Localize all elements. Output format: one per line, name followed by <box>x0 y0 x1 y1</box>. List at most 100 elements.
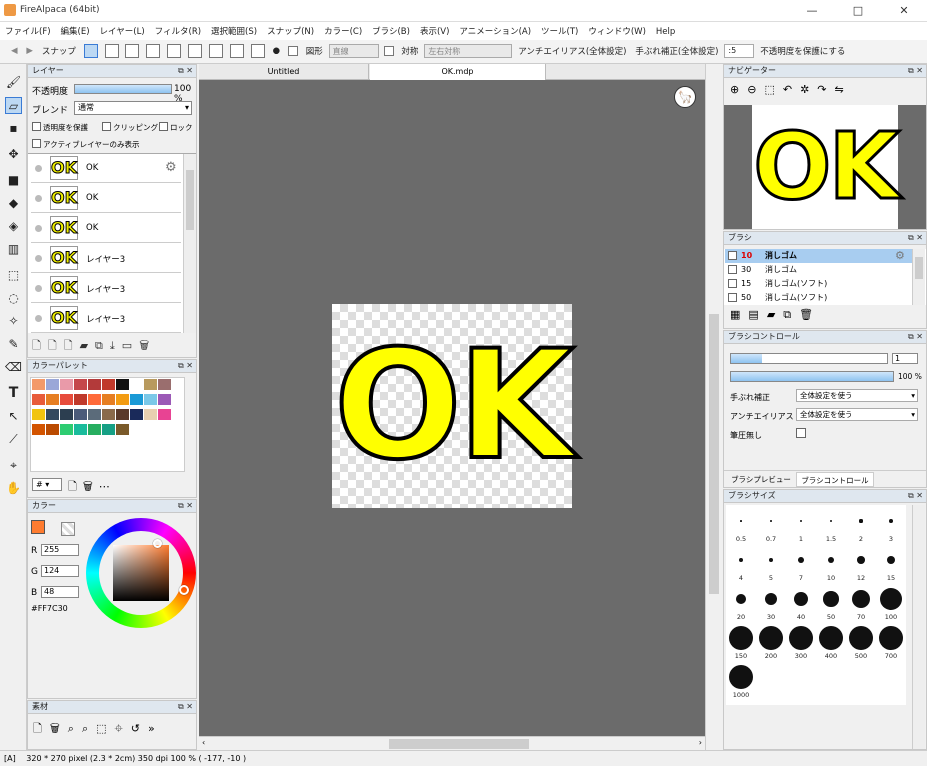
brush-size-dot[interactable] <box>827 556 835 564</box>
visibility-icon[interactable] <box>35 255 42 262</box>
brush-size-dot[interactable] <box>849 626 873 650</box>
zoom-out-icon[interactable]: ⊖ <box>747 83 764 96</box>
gradient-fill-tool-icon[interactable]: ◆ <box>5 195 22 212</box>
rotate-icon[interactable]: ↺ <box>131 722 148 735</box>
panel-close-icon[interactable]: ⧉ ✕ <box>908 490 923 502</box>
forward-arrow-icon[interactable]: ▶ <box>23 46 36 56</box>
brush-size-dot[interactable] <box>736 594 746 604</box>
scroll-right-icon[interactable]: › <box>699 738 702 747</box>
menu-select[interactable]: 選択範囲(S) <box>206 22 262 40</box>
brush-folder-icon[interactable]: ▰ <box>767 308 783 321</box>
brush-size-dot[interactable] <box>768 557 774 563</box>
shape-select[interactable]: 直線 <box>328 44 379 58</box>
palette-swatch[interactable] <box>102 424 115 435</box>
palette-swatch[interactable] <box>60 424 73 435</box>
symmetry-checkbox[interactable] <box>383 46 394 56</box>
dot-tool-icon[interactable]: ▪ <box>5 120 22 137</box>
brush-size-dot[interactable] <box>789 626 813 650</box>
palette-swatch[interactable] <box>60 409 73 420</box>
layer-row[interactable]: OK レイヤー3 <box>31 304 181 333</box>
correction-select[interactable]: 全体設定を使う ▾ <box>796 389 918 402</box>
zoom-out-icon[interactable]: ⌕ <box>82 722 96 735</box>
eyedropper-icon[interactable]: ⌖ <box>115 722 131 735</box>
palette-swatch[interactable] <box>144 409 157 420</box>
select-pen-tool-icon[interactable]: ✎ <box>5 336 22 353</box>
hand-tool-icon[interactable]: ✋ <box>5 480 22 497</box>
alpaca-mascot-icon[interactable]: 🦙 <box>674 86 696 108</box>
brush-size-dot[interactable] <box>759 626 783 650</box>
palette-swatch[interactable] <box>102 379 115 390</box>
brush-scrollbar[interactable] <box>912 249 925 305</box>
menu-view[interactable]: 表示(V) <box>415 22 454 40</box>
panel-close-icon[interactable]: ⧉ ✕ <box>908 65 923 77</box>
zoom-in-icon[interactable]: ⌕ <box>68 722 82 735</box>
fit-icon[interactable]: ⬚ <box>96 722 114 735</box>
snap-grid2-icon[interactable] <box>250 44 265 58</box>
delete-layer-icon[interactable]: 🗑 <box>139 339 156 352</box>
gear-icon[interactable]: ⚙ <box>895 249 905 263</box>
drawing-canvas[interactable]: OK <box>332 304 576 508</box>
text-tool-icon[interactable]: T <box>5 385 22 402</box>
rect-fill-tool-icon[interactable]: ■ <box>5 172 22 189</box>
duplicate-brush-icon[interactable]: ⧉ <box>783 308 799 321</box>
keep-opacity-toggle[interactable]: 不透明度を保護にする <box>757 45 848 57</box>
palette-swatch[interactable] <box>116 394 129 405</box>
brush-checkbox[interactable] <box>728 251 737 260</box>
new-folder-icon[interactable]: ▰ <box>80 339 95 352</box>
visibility-icon[interactable] <box>35 165 42 172</box>
delete-palette-icon[interactable]: 🗑 <box>83 480 99 493</box>
tab-ok-mdp[interactable]: OK.mdp <box>370 64 546 80</box>
brush-item[interactable]: 50 消しゴム(ソフト) <box>725 291 919 305</box>
brush-size-dot[interactable] <box>859 519 863 523</box>
layer-row[interactable]: OK OK ⚙ <box>31 154 181 183</box>
snap-cross-icon[interactable] <box>125 44 140 58</box>
tab-brush-control[interactable]: ブラシコントロール <box>796 472 874 487</box>
palette-swatch[interactable] <box>88 394 101 405</box>
brush-size-dot[interactable] <box>879 626 903 650</box>
b-input[interactable]: 48 <box>41 586 79 598</box>
menu-edit[interactable]: 編集(E) <box>56 22 95 40</box>
snap-curve-icon[interactable] <box>208 44 223 58</box>
lock-checkbox[interactable] <box>159 122 168 131</box>
layer-row[interactable]: OK OK <box>31 184 181 213</box>
palette-swatch[interactable] <box>32 424 45 435</box>
secondary-color-swatch[interactable] <box>61 522 75 536</box>
primary-color-swatch[interactable] <box>31 520 45 534</box>
panel-close-icon[interactable]: ⧉ ✕ <box>178 500 193 512</box>
brush-size-dot[interactable] <box>886 555 896 565</box>
snap-parallel-icon[interactable] <box>104 44 119 58</box>
brush-item[interactable]: 10 消しゴム ⚙ <box>725 249 919 263</box>
move-tool-icon[interactable]: ✥ <box>5 146 22 163</box>
merge-down-icon[interactable]: ⤓ <box>110 339 122 352</box>
brush-size-dot[interactable] <box>851 589 871 609</box>
palette-swatch[interactable] <box>116 409 129 420</box>
palette-swatch[interactable] <box>46 379 59 390</box>
palette-swatch[interactable] <box>32 379 45 390</box>
menu-color[interactable]: カラー(C) <box>319 22 367 40</box>
menu-help[interactable]: Help <box>651 24 680 40</box>
clipping-checkbox[interactable] <box>102 122 111 131</box>
menu-snap[interactable]: スナップ(N) <box>262 22 319 40</box>
palette-swatch[interactable] <box>116 424 129 435</box>
brush-checkbox[interactable] <box>728 265 737 274</box>
panel-close-icon[interactable]: ⧉ ✕ <box>178 360 193 372</box>
brush-checkbox[interactable] <box>728 293 737 302</box>
layer-row[interactable]: OK OK <box>31 214 181 243</box>
brush-item[interactable]: 30 消しゴム <box>725 263 919 277</box>
gradient-tool-icon[interactable]: ▥ <box>5 241 22 258</box>
new-material-icon[interactable]: 🗋 <box>33 722 50 735</box>
layer-scrollbar[interactable] <box>183 154 196 333</box>
tab-brush-preview[interactable]: ブラシプレビュー <box>726 472 796 487</box>
new-palette-icon[interactable]: 🗋 <box>68 480 83 493</box>
rotate-left-icon[interactable]: ↶ <box>783 83 800 96</box>
brush-size-dot[interactable] <box>819 626 843 650</box>
brush-size-dot[interactable] <box>729 665 753 689</box>
palette-swatch[interactable] <box>32 409 45 420</box>
magic-wand-tool-icon[interactable]: ✧ <box>5 313 22 330</box>
palette-swatch[interactable] <box>74 394 87 405</box>
divide-tool-icon[interactable]: ⟋ <box>5 431 22 448</box>
menu-brush[interactable]: ブラシ(B) <box>367 22 415 40</box>
new-brush-icon[interactable]: ▤ <box>748 308 766 321</box>
palette-swatch[interactable] <box>158 379 171 390</box>
snap-vanishing-icon[interactable] <box>146 44 161 58</box>
